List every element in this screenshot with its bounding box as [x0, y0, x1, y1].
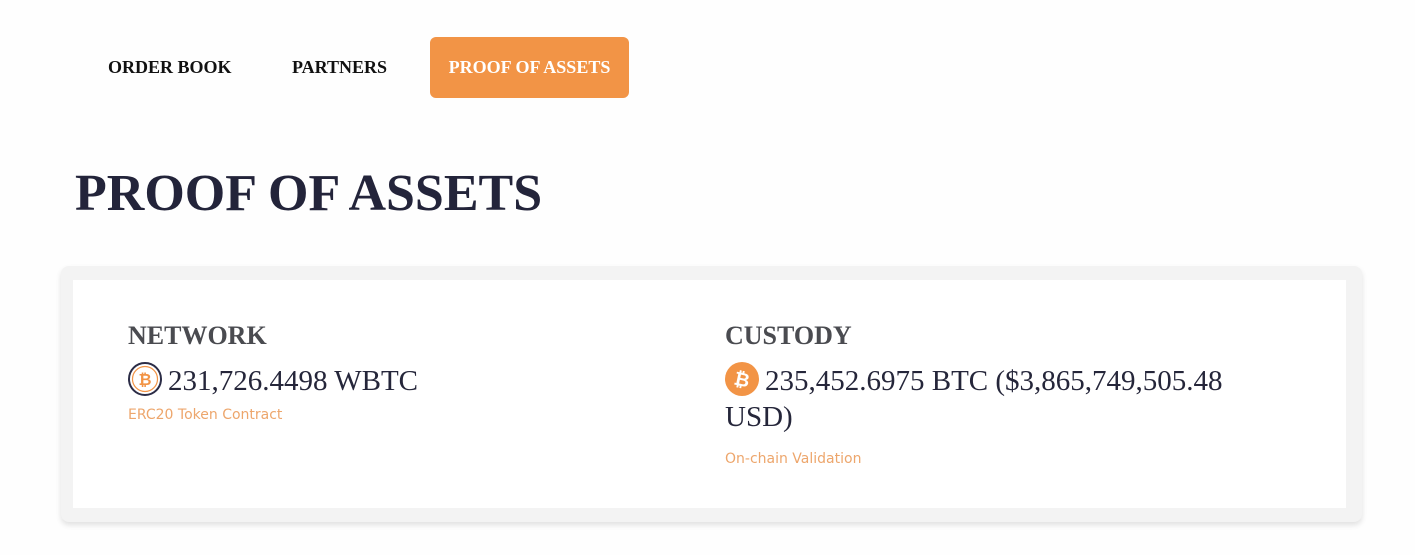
- custody-amount-row: ₿ 235,452.6975 BTC ($3,865,749,505.48 US…: [725, 362, 1285, 435]
- network-section: NETWORK ₿ 231,726.4498 WBTC ERC20 Token …: [128, 320, 668, 425]
- page-title: PROOF OF ASSETS: [75, 165, 543, 222]
- custody-section: CUSTODY ₿ 235,452.6975 BTC ($3,865,749,5…: [725, 320, 1285, 469]
- nav-proof-of-assets[interactable]: PROOF OF ASSETS: [430, 37, 629, 98]
- onchain-validation-link[interactable]: On-chain Validation: [725, 449, 1285, 469]
- erc20-contract-link[interactable]: ERC20 Token Contract: [128, 405, 668, 425]
- top-nav: ORDER BOOK PARTNERS PROOF OF ASSETS: [0, 37, 700, 98]
- network-heading: NETWORK: [128, 321, 267, 350]
- custody-amount: 235,452.6975 BTC ($3,865,749,505.48 USD): [725, 365, 1223, 433]
- network-amount-row: ₿ 231,726.4498 WBTC: [128, 362, 668, 399]
- network-amount: 231,726.4498 WBTC: [168, 365, 418, 397]
- custody-heading: CUSTODY: [725, 321, 852, 350]
- assets-card-body: NETWORK ₿ 231,726.4498 WBTC ERC20 Token …: [73, 280, 1346, 508]
- nav-order-book[interactable]: ORDER BOOK: [108, 37, 232, 98]
- nav-partners[interactable]: PARTNERS: [292, 37, 387, 98]
- wbtc-icon: ₿: [128, 362, 162, 396]
- svg-text:₿: ₿: [138, 370, 151, 389]
- assets-card: NETWORK ₿ 231,726.4498 WBTC ERC20 Token …: [61, 266, 1362, 522]
- bitcoin-icon: ₿: [725, 362, 759, 396]
